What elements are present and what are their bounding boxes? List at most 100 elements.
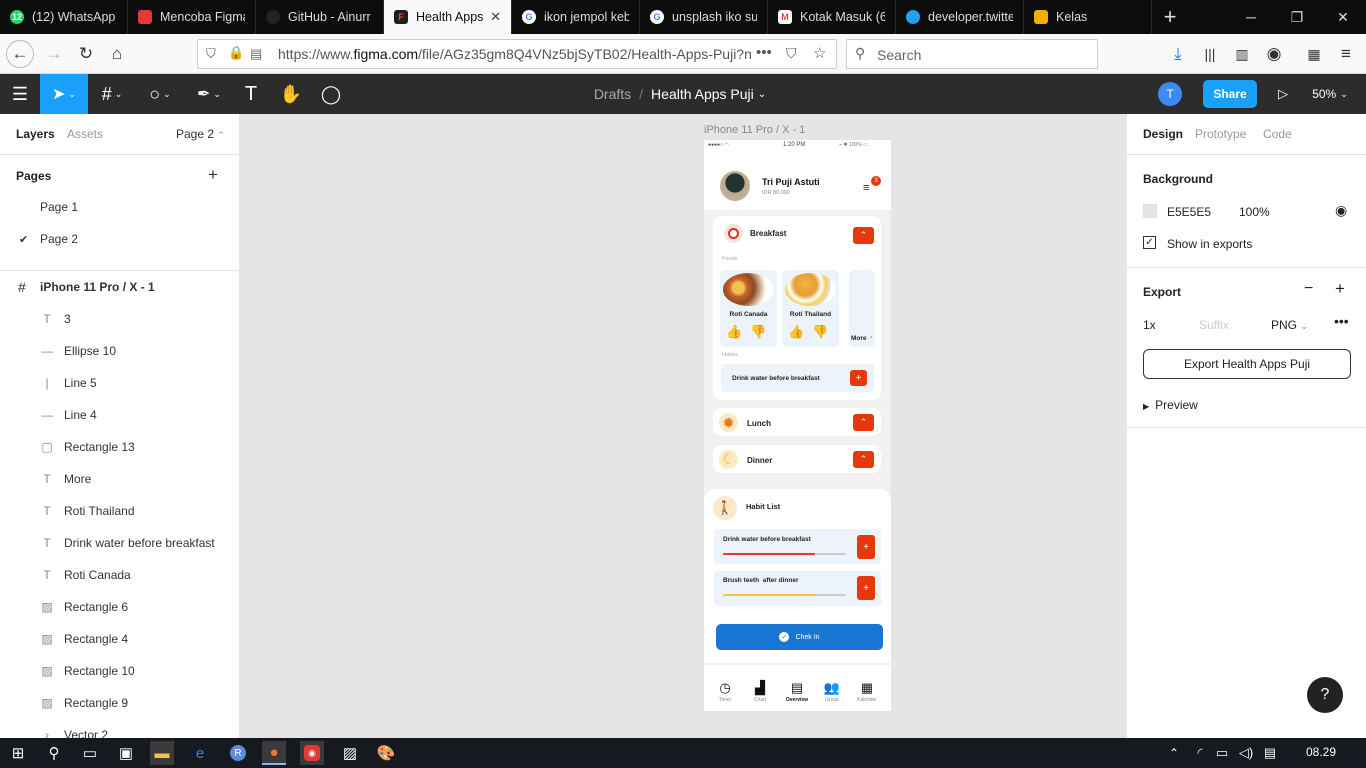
text-tool-icon[interactable]: T (236, 74, 266, 114)
export-button[interactable]: Export Health Apps Puji (1143, 349, 1351, 379)
photos-icon[interactable]: ▨ (338, 741, 362, 765)
task-view-icon[interactable]: ▭ (78, 741, 102, 765)
tab-layers[interactable]: Layers (16, 127, 55, 141)
network-icon[interactable]: ◜ (1188, 741, 1212, 765)
battery-icon[interactable]: ▭ (1210, 741, 1234, 765)
canvas[interactable] (241, 114, 1126, 738)
reload-button[interactable]: ↻ (72, 40, 100, 68)
help-button[interactable]: ? (1307, 677, 1343, 713)
layer-item[interactable]: ▨ Rectangle 6 (0, 591, 239, 623)
export-settings-icon[interactable]: ••• (1334, 313, 1349, 329)
eye-icon[interactable]: ◉ (1335, 202, 1347, 219)
tab-code[interactable]: Code (1263, 127, 1292, 141)
browser-tab[interactable]: M Kotak Masuk (67 (768, 0, 896, 34)
add-page-icon[interactable]: + (208, 165, 218, 185)
r-icon[interactable]: R (226, 741, 250, 765)
frame-label[interactable]: iPhone 11 Pro / X - 1 (704, 124, 805, 136)
breakfast-toggle-button[interactable]: ⌃ (853, 227, 874, 244)
tab-prototype[interactable]: Prototype (1195, 127, 1246, 141)
store-icon[interactable]: ▣ (114, 741, 138, 765)
layer-item[interactable]: ▢ Rectangle 13 (0, 431, 239, 463)
preview-toggle[interactable]: ▶ Preview (1143, 398, 1198, 412)
more-foods-button[interactable]: More › (849, 270, 875, 347)
page-item[interactable]: Page 1 (0, 191, 239, 223)
thumbs-down-icon[interactable]: 👎 (812, 324, 828, 340)
checkin-button[interactable]: ✓ Chek In (716, 624, 883, 650)
sidebar-icon[interactable]: ▥ (1228, 40, 1256, 68)
chevron-down-icon[interactable]: ⌄ (758, 89, 766, 100)
layer-item[interactable]: T Roti Thailand (0, 495, 239, 527)
remove-export-icon[interactable]: − (1304, 280, 1313, 298)
page-selector[interactable]: Page 2 ⌃ (176, 127, 225, 141)
page-item-active[interactable]: ✔ Page 2 (0, 223, 239, 255)
lock-icon[interactable]: 🔒 (228, 45, 244, 61)
pen-tool-icon[interactable]: ✒ ⌄ (188, 74, 230, 114)
dinner-toggle-button[interactable]: ⌃ (853, 451, 874, 468)
layer-item[interactable]: T More (0, 463, 239, 495)
edge-icon[interactable]: e (188, 741, 212, 765)
browser-tab[interactable]: 12 (12) WhatsApp (0, 0, 128, 34)
browser-tab[interactable]: GitHub - Ainurr (256, 0, 384, 34)
shield-icon[interactable]: ⛉ (206, 46, 216, 62)
thumbs-up-icon[interactable]: 👍 (788, 324, 804, 340)
browser-tab-active[interactable]: F Health Apps ✕ (384, 0, 512, 34)
tab-design[interactable]: Design (1143, 127, 1183, 141)
main-menu-icon[interactable]: ☰ (0, 74, 40, 114)
layer-item[interactable]: — Ellipse 10 (0, 335, 239, 367)
tray-chevron-icon[interactable]: ⌃ (1162, 741, 1186, 765)
account-icon[interactable]: ◉ (1260, 40, 1288, 68)
add-export-icon[interactable]: + (1335, 279, 1345, 299)
more-actions-icon[interactable]: ••• (756, 44, 772, 61)
layer-item[interactable]: ▨ Rectangle 10 (0, 655, 239, 687)
camera-app-icon[interactable]: ◉ (300, 741, 324, 765)
permissions-icon[interactable]: ▤ (250, 46, 262, 62)
layer-item[interactable]: T Drink water before breakfast (0, 527, 239, 559)
export-suffix-input[interactable]: Suffix (1199, 318, 1229, 332)
layer-item[interactable]: | Line 5 (0, 367, 239, 399)
move-tool-icon[interactable]: ➤ ⌄ (40, 74, 88, 114)
color-swatch[interactable] (1143, 204, 1157, 218)
url-text[interactable]: https://www.figma.com/file/AGz35gm8Q4VNz… (278, 46, 758, 62)
filter-menu-icon[interactable]: ≡ (863, 182, 869, 194)
layer-item[interactable]: T3 (0, 303, 239, 335)
zoom-dropdown[interactable]: 50% ⌄ (1308, 74, 1352, 114)
paint-icon[interactable]: 🎨 (374, 741, 398, 765)
windows-start-icon[interactable]: ⊞ (6, 741, 30, 765)
layer-item[interactable]: T Roti Canada (0, 559, 239, 591)
extensions-icon[interactable]: ▦ (1300, 40, 1328, 68)
hand-tool-icon[interactable]: ✋ (276, 74, 306, 114)
restore-button[interactable]: ❐ (1274, 0, 1320, 34)
add-habit-button[interactable]: + (850, 370, 867, 386)
browser-tab[interactable]: developer.twitte (896, 0, 1024, 34)
layer-item[interactable]: › Vector 2 (0, 719, 239, 738)
bg-opacity-input[interactable]: 100% (1239, 205, 1270, 219)
habit-list-item[interactable] (714, 529, 881, 564)
close-window-button[interactable]: ✕ (1320, 0, 1366, 34)
firefox-icon[interactable]: ● (262, 741, 286, 765)
present-icon[interactable]: ▷ (1270, 74, 1296, 114)
new-tab-button[interactable]: + (1152, 0, 1188, 34)
food-card[interactable]: Roti Thailand 👍 👎 (782, 270, 839, 347)
minimize-button[interactable]: ─ (1228, 0, 1274, 34)
home-button[interactable]: ⌂ (103, 40, 131, 68)
browser-tab[interactable]: Mencoba Figma (128, 0, 256, 34)
volume-icon[interactable]: ◁) (1234, 741, 1258, 765)
file-name[interactable]: Health Apps Puji (651, 86, 754, 102)
browser-tab[interactable]: Gunsplash iko suk (640, 0, 768, 34)
back-button[interactable]: ← (6, 40, 34, 68)
forward-button[interactable]: → (40, 40, 68, 68)
browser-tab[interactable]: Gikon jempol keb (512, 0, 640, 34)
export-scale[interactable]: 1x (1143, 318, 1156, 332)
thumbs-up-icon[interactable]: 👍 (726, 324, 742, 340)
close-tab-icon[interactable]: ✕ (490, 9, 501, 25)
export-format-select[interactable]: PNG ⌄ (1271, 318, 1308, 332)
nav-overview[interactable]: ▤ Overview (782, 680, 812, 703)
shape-tool-icon[interactable]: ○ ⌄ (140, 74, 180, 114)
menu-icon[interactable]: ≡ (1332, 40, 1360, 68)
thumbs-down-icon[interactable]: 👎 (750, 324, 766, 340)
bookmark-star-icon[interactable]: ☆ (813, 44, 826, 62)
download-icon[interactable]: ⤓ (1164, 40, 1192, 68)
share-button[interactable]: Share (1203, 80, 1257, 108)
layer-item[interactable]: ▨ Rectangle 4 (0, 623, 239, 655)
avatar[interactable]: T (1158, 82, 1182, 106)
